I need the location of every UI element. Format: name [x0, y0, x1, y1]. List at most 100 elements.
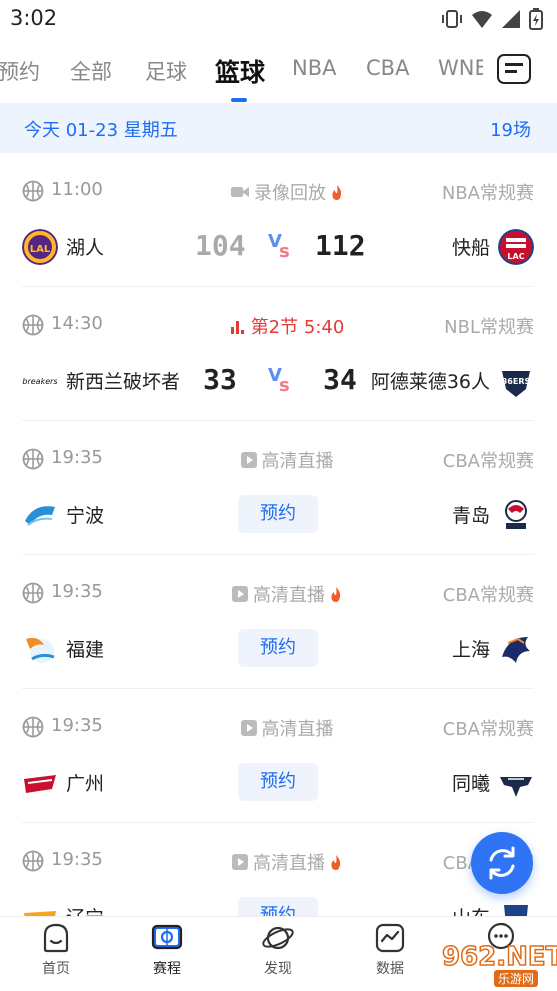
match-card[interactable]: 19:35 高清直播 CBA常规赛 宁波 预约 青岛 — [22, 421, 534, 555]
basketball-icon — [22, 180, 44, 202]
match-time: 19:35 — [51, 581, 103, 602]
ningbo-logo — [25, 506, 55, 526]
status-icons — [441, 8, 543, 30]
svg-text:breakers: breakers — [22, 377, 57, 386]
tab-menu-button[interactable] — [497, 54, 531, 84]
signal-icon — [502, 10, 520, 28]
status-bar: 3:02 — [0, 0, 557, 38]
away-score: 112 — [315, 229, 366, 262]
nav-schedule[interactable]: 赛程 — [127, 921, 207, 978]
nav-home[interactable]: 首页 — [16, 921, 96, 978]
date-bar: 今天 01-23 星期五 19场 — [0, 103, 557, 153]
status-time: 3:02 — [10, 6, 58, 30]
vibrate-icon — [442, 10, 462, 28]
shanghai-logo — [502, 637, 530, 663]
watermark-text: 962.NET — [441, 941, 557, 973]
refresh-button[interactable] — [471, 832, 533, 894]
tab-nba[interactable]: NBA — [292, 56, 336, 80]
home-score: 33 — [203, 363, 237, 396]
svg-text:LAL: LAL — [30, 244, 51, 255]
match-status[interactable]: 录像回放 — [192, 179, 382, 205]
book-button[interactable]: 预约 — [238, 495, 318, 533]
match-card[interactable]: 19:35 高清直播 CBA常规赛 辽宁 预约 山东 — [22, 823, 534, 916]
match-status[interactable]: 高清直播 — [192, 447, 382, 473]
home-team-name: 福建 — [66, 639, 105, 661]
away-team-name: 青岛 — [451, 505, 490, 527]
tab-all[interactable]: 全部 — [70, 56, 112, 86]
league-label: NBL常规赛 — [444, 317, 534, 338]
play-icon — [240, 720, 257, 736]
tab-basketball[interactable]: 篮球 — [215, 53, 265, 89]
tab-football[interactable]: 足球 — [145, 56, 187, 86]
away-team-name: 上海 — [451, 639, 490, 661]
match-card[interactable]: 19:35 高清直播 CBA常规赛 福建 预约 上海 — [22, 555, 534, 689]
league-label: CBA常规赛 — [442, 451, 534, 472]
vs-mark: Vs — [268, 365, 290, 396]
watermark: 962.NET 乐游网 — [418, 940, 557, 988]
book-button[interactable]: 预约 — [238, 629, 318, 667]
watermark-subtext: 乐游网 — [494, 970, 539, 987]
tab-cba[interactable]: CBA — [366, 56, 409, 80]
away-team-name: 快船 — [451, 237, 490, 259]
home-team-name: 新西兰破坏者 — [66, 371, 181, 393]
discover-icon — [262, 926, 294, 950]
away-team-name: 山东 — [452, 903, 490, 916]
match-card[interactable]: 19:35 高清直播 CBA常规赛 广州 预约 同曦 — [22, 689, 534, 823]
qingdao-logo — [505, 500, 527, 529]
refresh-icon — [489, 846, 515, 880]
nav-discover[interactable]: 发现 — [238, 921, 318, 978]
book-button[interactable]: 预约 — [238, 763, 318, 801]
tab-booked[interactable]: 预约 — [0, 56, 40, 86]
battery-icon — [529, 8, 543, 30]
vs-mark: Vs — [268, 231, 290, 262]
match-time: 14:30 — [51, 313, 103, 334]
breakers-logo: breakers — [22, 377, 57, 386]
away-score: 34 — [323, 363, 357, 396]
fire-icon — [331, 854, 341, 870]
book-button[interactable]: 预约 — [238, 897, 318, 916]
home-team-name: 宁波 — [66, 505, 105, 527]
nav-label: 发现 — [264, 961, 292, 977]
basketball-icon — [22, 314, 44, 336]
active-tab-indicator — [231, 98, 247, 102]
data-icon — [375, 923, 405, 953]
basketball-icon — [22, 850, 44, 872]
tongxi-logo — [500, 777, 532, 797]
match-card[interactable]: 11:00 录像回放 NBA常规赛 LAL 湖人 104 Vs 112 快船 L… — [22, 153, 534, 287]
match-status[interactable]: 高清直播 — [192, 715, 382, 741]
basketball-icon — [22, 582, 44, 604]
league-label: CBA常规赛 — [442, 585, 534, 606]
match-time: 19:35 — [51, 849, 103, 870]
wifi-icon — [472, 11, 492, 28]
adelaide-36ers-logo: 36ERS — [502, 371, 530, 397]
video-icon — [231, 187, 249, 197]
clippers-logo: LAC — [498, 229, 534, 265]
play-icon — [240, 452, 257, 468]
away-team-name: 同曦 — [451, 773, 490, 795]
match-count: 19场 — [490, 120, 531, 141]
status-text: 高清直播 — [261, 719, 334, 740]
status-text: 录像回放 — [254, 183, 326, 204]
basketball-icon — [22, 716, 44, 738]
match-status[interactable]: 第2节 5:40 — [192, 313, 382, 339]
live-bars-icon — [230, 321, 244, 334]
status-text: 高清直播 — [253, 853, 325, 874]
category-tabs: 预约 全部 足球 篮球 NBA CBA WNBA — [0, 42, 557, 102]
home-icon — [43, 923, 69, 953]
nav-label: 赛程 — [153, 961, 181, 977]
schedule-icon — [151, 924, 183, 950]
match-list[interactable]: 11:00 录像回放 NBA常规赛 LAL 湖人 104 Vs 112 快船 L… — [0, 153, 557, 916]
svg-text:LAC: LAC — [507, 252, 524, 261]
status-text: 高清直播 — [253, 585, 325, 606]
date-label: 今天 01-23 星期五 — [24, 120, 178, 141]
shandong-logo — [504, 905, 528, 916]
match-status[interactable]: 高清直播 — [192, 581, 382, 607]
liaoning-logo — [24, 911, 56, 916]
lakers-logo: LAL — [22, 229, 58, 265]
match-time: 11:00 — [51, 179, 103, 200]
fire-icon — [332, 184, 342, 200]
tab-wnba[interactable]: WNBA — [438, 56, 483, 80]
match-status[interactable]: 高清直播 — [192, 849, 382, 875]
match-card[interactable]: 14:30 第2节 5:40 NBL常规赛 breakers 新西兰破坏者 33… — [22, 287, 534, 421]
home-score: 104 — [195, 229, 246, 262]
